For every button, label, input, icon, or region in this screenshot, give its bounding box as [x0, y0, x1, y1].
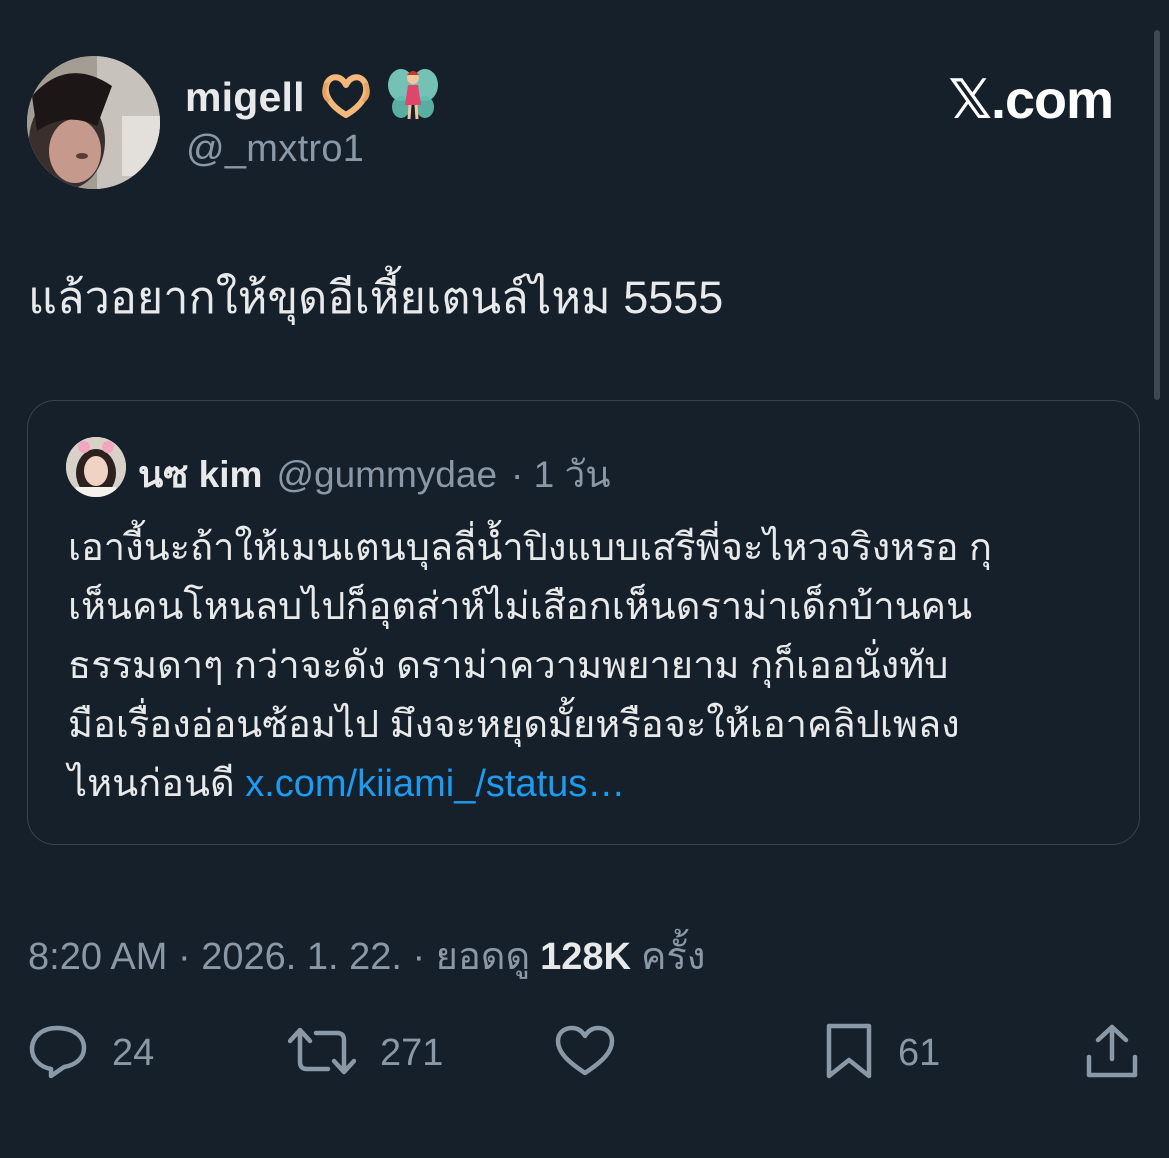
reply-icon	[28, 1022, 88, 1085]
quoted-text-last-words: ไหนก่อนดี	[68, 763, 246, 805]
like-button[interactable]	[555, 1022, 615, 1084]
bookmark-count: 61	[898, 1031, 941, 1074]
quoted-tweet-time: · 1 วัน	[511, 454, 611, 495]
heart-hands-emoji-icon	[319, 71, 373, 124]
bookmark-icon	[824, 1022, 874, 1085]
quoted-author-avatar[interactable]	[66, 437, 126, 497]
quoted-author-name[interactable]: นซ kim	[138, 445, 262, 504]
quoted-author-handle[interactable]: @gummydae	[276, 454, 497, 496]
quoted-text-line: เห็นคนโหนลบไปก็อุตส่าห์ไม่เสือกเห็นดราม่…	[68, 586, 973, 628]
x-com-label: 𝕏.com	[948, 70, 1114, 130]
retweet-count: 271	[380, 1031, 444, 1074]
author-avatar[interactable]	[27, 56, 160, 189]
tweet-meta: 8:20 AM · 2026. 1. 22. · ยอดดู 128K ครั้…	[28, 925, 705, 986]
retweet-button[interactable]: 271	[287, 1022, 444, 1084]
reply-button[interactable]: 24	[28, 1022, 154, 1084]
tweet-timestamp[interactable]: 8:20 AM · 2026. 1. 22. · ยอดดู	[28, 925, 530, 986]
quoted-text-line: มือเรื่องอ่อนซ้อมไป มึงจะหยุดมั้ยหรือจะใ…	[68, 704, 960, 746]
author-display-name[interactable]: migell	[185, 74, 305, 121]
quoted-tweet-header: นซ kim @gummydae · 1 วัน	[138, 445, 611, 504]
author-name-row[interactable]: migell	[185, 68, 439, 124]
heart-icon	[555, 1025, 615, 1082]
next-section-cutoff	[0, 1140, 1169, 1158]
views-suffix: ครั้ง	[640, 936, 706, 978]
quoted-status-link[interactable]: x.com/kiiami_/status…	[245, 763, 625, 805]
x-com-brand: 𝕏.com	[948, 68, 1114, 131]
share-button[interactable]	[1084, 1022, 1140, 1084]
retweet-icon	[287, 1026, 357, 1081]
author-handle[interactable]: @_mxtro1	[186, 128, 364, 171]
bookmark-button[interactable]: 61	[824, 1022, 940, 1084]
quoted-tweet-card[interactable]: นซ kim @gummydae · 1 วัน เอางี้นะถ้าให้เ…	[27, 400, 1140, 845]
fairy-emoji-icon	[387, 67, 439, 128]
quoted-tweet-text: เอางี้นะถ้าให้เมนเตนบุลลี่น้ำปิงแบบเสรีพ…	[68, 519, 1108, 814]
quoted-text-line-last: ไหนก่อนดี x.com/kiiami_/status…	[68, 755, 1108, 814]
scrollbar[interactable]	[1154, 30, 1160, 400]
quoted-text-line: ธรรมดาๆ กว่าจะดัง ดราม่าความพยายาม กุก็เ…	[68, 645, 949, 687]
share-icon	[1084, 1023, 1140, 1084]
tweet-text: แล้วอยากให้ขุดอีเหี้ยเตนล์ไหม 5555	[28, 272, 724, 323]
quoted-text-line: เอางี้นะถ้าให้เมนเตนบุลลี่น้ำปิงแบบเสรีพ…	[68, 527, 993, 569]
reply-count: 24	[112, 1031, 155, 1074]
views-count: 128K	[540, 936, 631, 978]
